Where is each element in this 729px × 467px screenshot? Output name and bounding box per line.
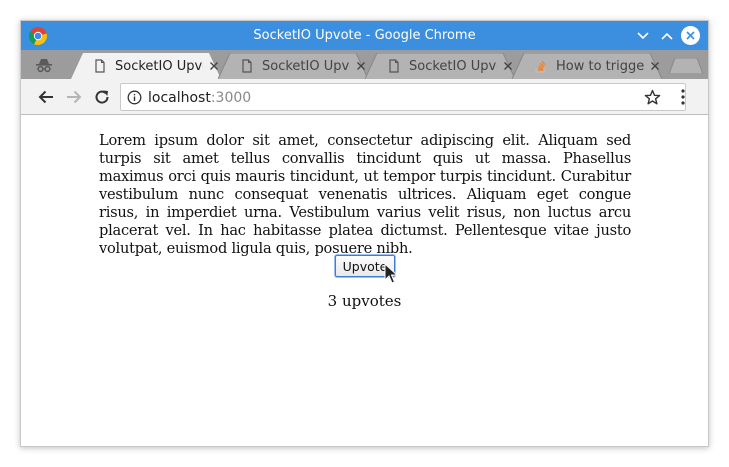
address-bar[interactable]: localhost:3000: [120, 83, 686, 111]
new-tab-button[interactable]: [669, 58, 703, 74]
tab-label: SocketIO Upvote: [409, 58, 497, 74]
close-window-button[interactable]: [681, 26, 700, 45]
incognito-icon: [36, 59, 52, 73]
mouse-cursor-icon: [384, 263, 398, 284]
url-port: :3000: [210, 90, 252, 106]
tab-socketio-upvote-2[interactable]: SocketIO Upvote: [218, 53, 368, 79]
close-tab-icon[interactable]: [650, 61, 660, 71]
stackoverflow-icon: [535, 60, 546, 73]
menu-dots-icon[interactable]: [680, 89, 686, 105]
close-icon: [686, 31, 695, 40]
page-icon: [95, 59, 105, 73]
window-title: SocketIO Upvote - Google Chrome: [253, 28, 476, 43]
bookmark-star-icon[interactable]: [644, 89, 661, 106]
page-icon: [242, 59, 252, 73]
lorem-paragraph: Lorem ipsum dolor sit amet, consectetur …: [99, 132, 631, 257]
tab-how-to-trigger[interactable]: How to trigger: [512, 53, 662, 79]
maximize-button[interactable]: [657, 26, 676, 45]
tab-label: SocketIO Upvote: [262, 58, 350, 74]
url-host: localhost: [148, 90, 211, 106]
browser-toolbar: localhost:3000: [21, 79, 708, 115]
chevron-up-icon: [660, 32, 673, 40]
tab-strip: SocketIO Upvote SocketIO Upvote SocketIO…: [21, 50, 708, 79]
browser-window: SocketIO Upvote - Google Chrome SocketIO…: [20, 20, 709, 447]
page-content: Lorem ipsum dolor sit amet, consectetur …: [21, 116, 708, 446]
forward-arrow-icon[interactable]: [65, 88, 83, 106]
tab-label: SocketIO Upvote: [115, 58, 203, 74]
title-bar[interactable]: SocketIO Upvote - Google Chrome: [21, 21, 708, 50]
reload-icon[interactable]: [93, 88, 111, 106]
tab-socketio-upvote-3[interactable]: SocketIO Upvote: [365, 53, 515, 79]
upvote-count: 3 upvotes: [327, 292, 402, 310]
info-icon[interactable]: [127, 90, 142, 105]
tab-label: How to trigger: [556, 58, 644, 74]
url-text[interactable]: localhost:3000: [148, 90, 251, 106]
back-arrow-icon[interactable]: [37, 88, 55, 106]
chevron-down-icon: [636, 31, 649, 39]
page-icon: [389, 59, 399, 73]
minimize-button[interactable]: [633, 26, 652, 45]
tab-socketio-upvote-active[interactable]: SocketIO Upvote: [71, 53, 221, 79]
